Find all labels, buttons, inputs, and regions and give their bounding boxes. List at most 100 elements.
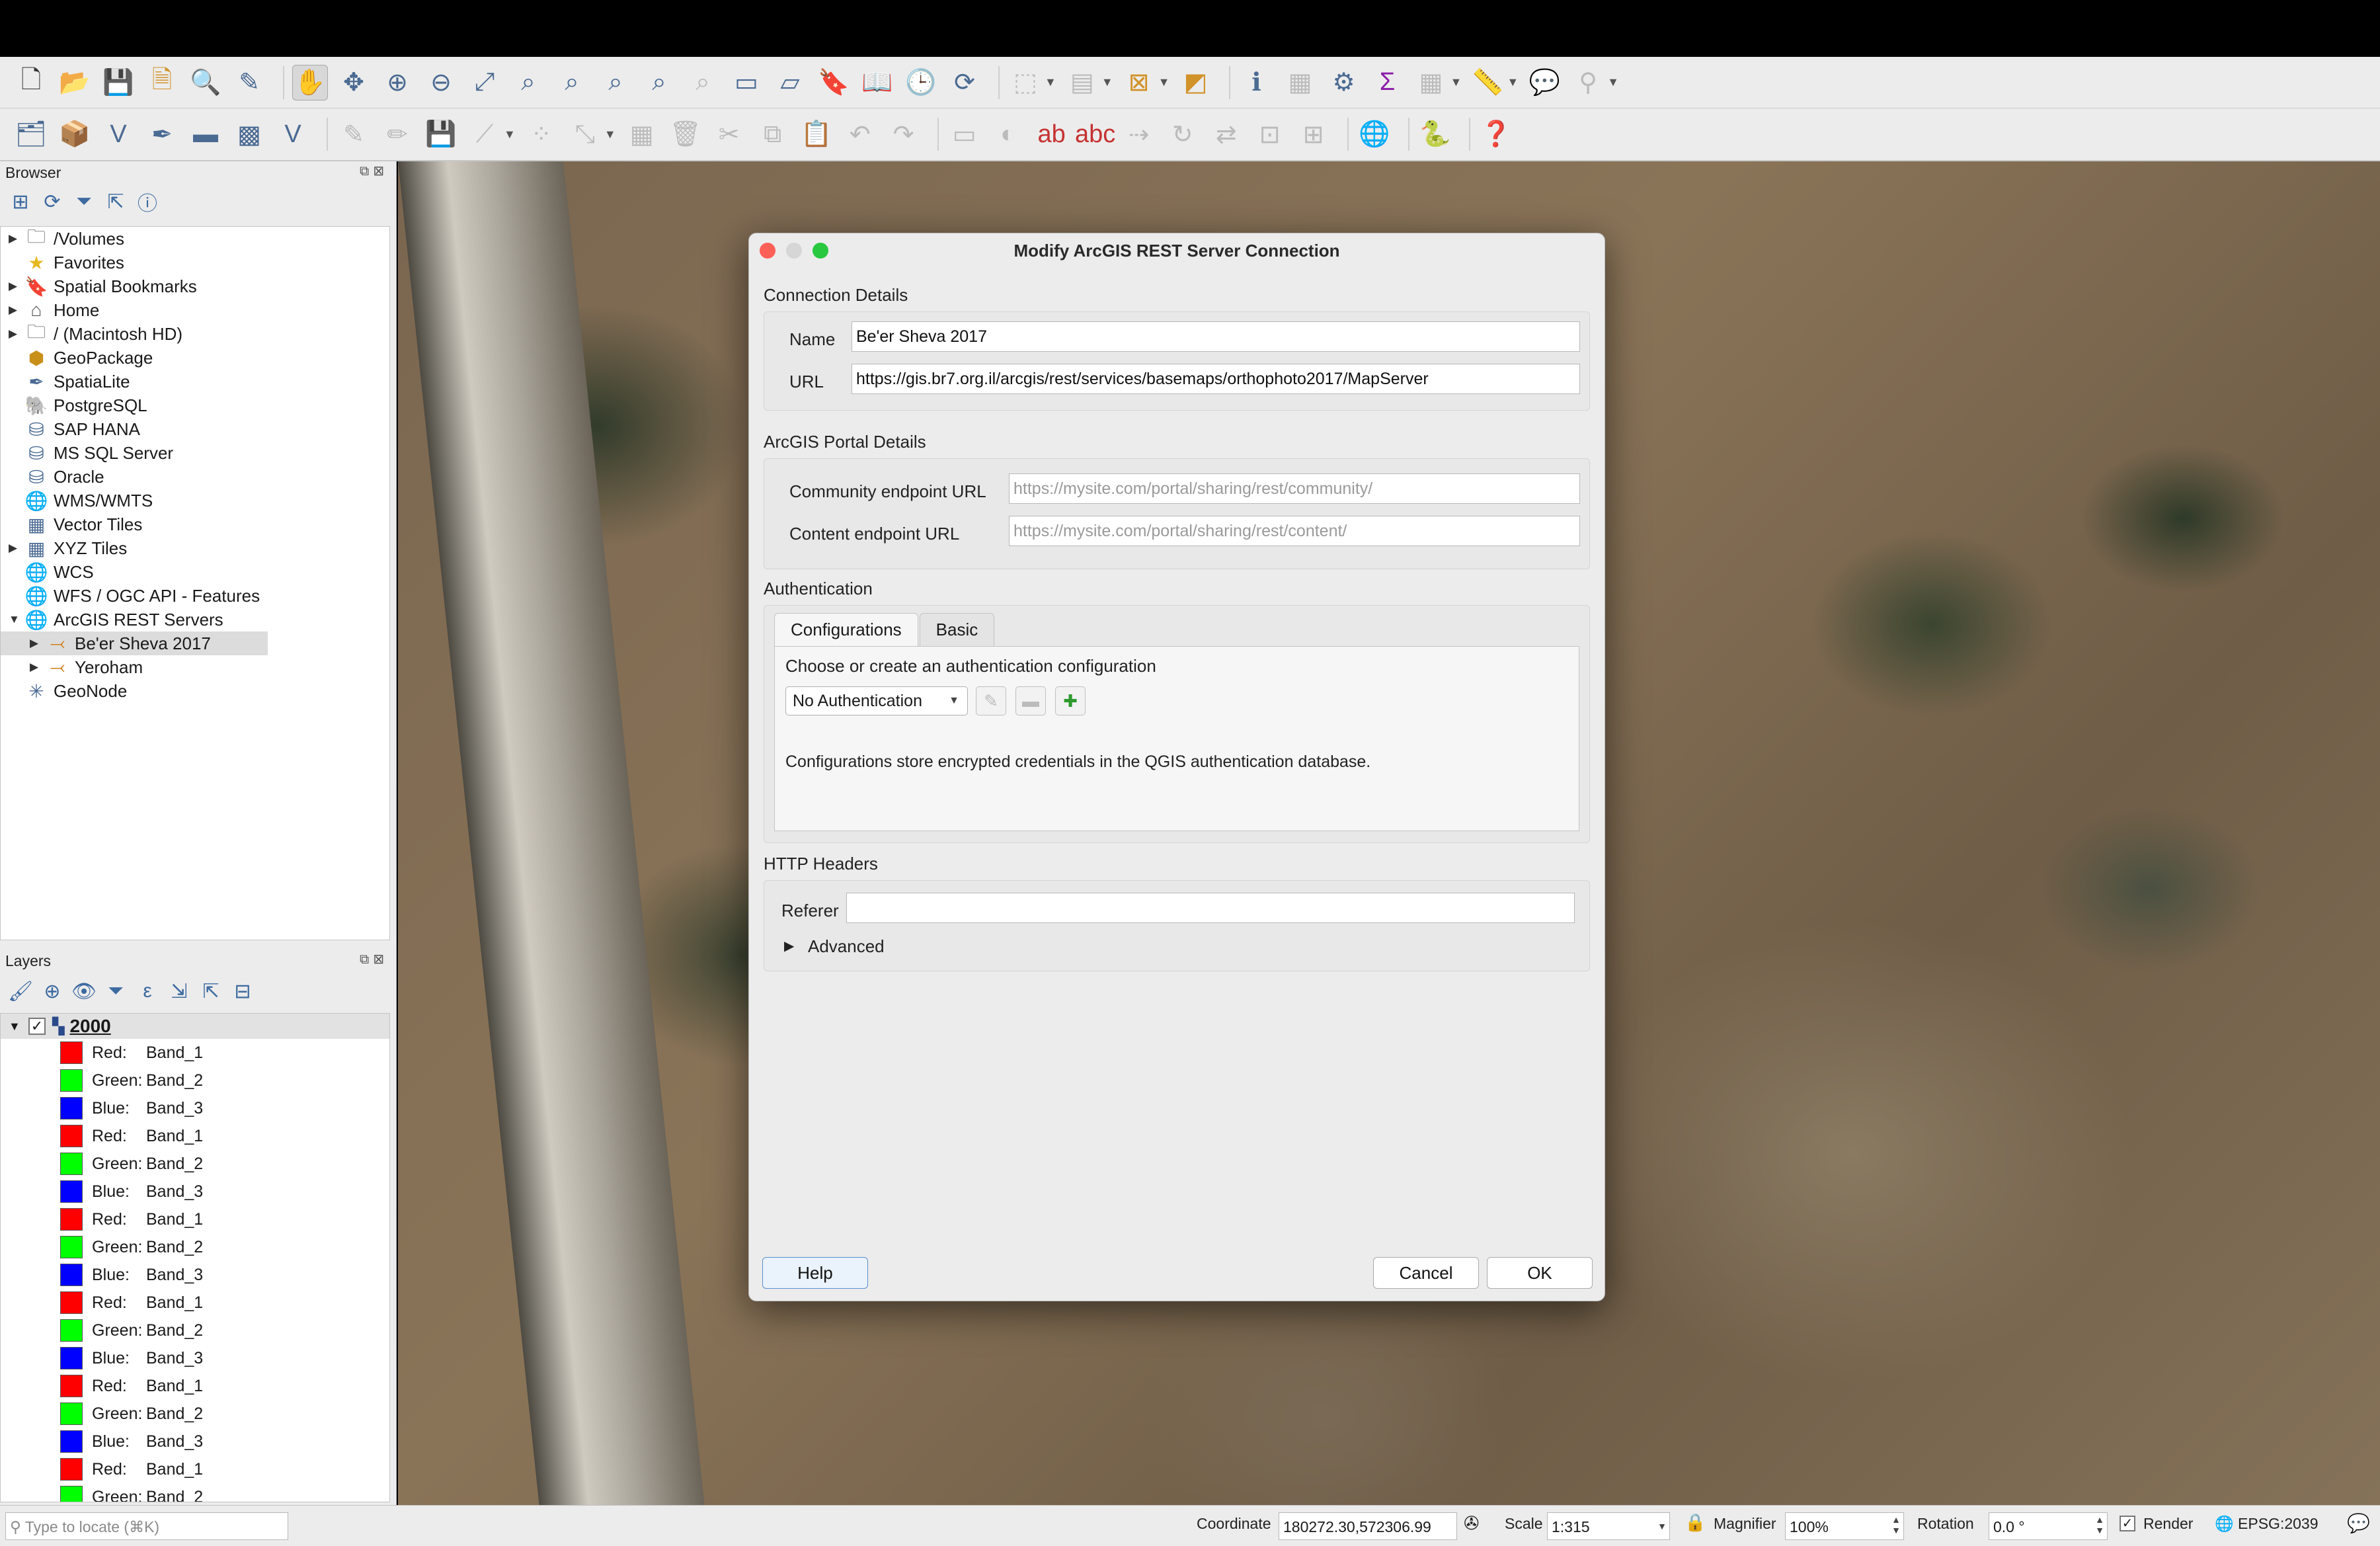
chevron-down-icon[interactable]: ▼ xyxy=(504,128,516,142)
messages-icon[interactable]: 💬 xyxy=(2347,1512,2370,1534)
help-button[interactable]: Help xyxy=(762,1257,868,1289)
current-edits-icon[interactable]: ✎ xyxy=(336,116,372,152)
tab-configurations[interactable]: Configurations xyxy=(774,613,918,646)
vertex-tool-icon[interactable]: ⁘ xyxy=(524,116,559,152)
label-pin-icon[interactable]: ab xyxy=(1034,116,1070,152)
zoom-next-icon[interactable]: ⌕ xyxy=(685,65,721,101)
new-print-layout-icon[interactable]: 🗎 xyxy=(144,65,180,101)
browser-item[interactable]: ▶ ▦ XYZ Tiles xyxy=(1,536,389,560)
toggle-editing-icon[interactable]: ✏ xyxy=(379,116,415,152)
lock-scale-icon[interactable]: 🔒 xyxy=(1685,1512,1706,1533)
collapse-all-icon[interactable]: ⇱ xyxy=(198,979,223,1004)
select-by-value-icon[interactable]: ▤ xyxy=(1064,65,1100,101)
new-temporary-layer-icon[interactable]: ▬ xyxy=(188,116,223,152)
add-config-button[interactable]: ✚ xyxy=(1055,686,1086,715)
content-endpoint-input[interactable]: https://mysite.com/portal/sharing/rest/c… xyxy=(1009,516,1580,546)
chevron-down-icon[interactable]: ▼ xyxy=(1450,75,1462,89)
filter-legend-icon[interactable]: ⏷ xyxy=(103,979,128,1004)
chevron-right-icon[interactable]: ▶ xyxy=(30,637,42,650)
advanced-toggle[interactable]: Advanced xyxy=(808,936,885,957)
browser-item[interactable]: ⛁ Oracle xyxy=(1,465,389,489)
browser-tree[interactable]: ▶ 🗀/Volumes ★ Favorites ▶ 🔖 Spatial Bookmarks ▶… xyxy=(0,226,390,940)
copy-features-icon[interactable]: ⧉ xyxy=(755,116,791,152)
spinner-arrows-icon[interactable]: ▲ ▼ xyxy=(1891,1514,1901,1535)
name-input[interactable]: Be'er Sheva 2017 xyxy=(852,321,1580,352)
band-legend-item[interactable]: Green: Band_2 xyxy=(1,1150,389,1178)
chevron-down-icon[interactable]: ▼ xyxy=(604,128,616,142)
layer-styling-icon[interactable]: 🖌 xyxy=(8,979,33,1004)
float-panel-icon[interactable]: ⧉ xyxy=(360,164,373,179)
field-calculator-icon[interactable]: ▦ xyxy=(1413,65,1448,101)
chevron-right-icon[interactable]: ▶ xyxy=(9,327,20,341)
band-legend-item[interactable]: Red: Band_1 xyxy=(1,1205,389,1233)
band-legend-item[interactable]: Blue: Band_3 xyxy=(1,1428,389,1455)
identify-features-icon[interactable]: ℹ xyxy=(1238,65,1274,101)
browser-item[interactable]: ⛁ SAP HANA xyxy=(1,417,389,441)
browser-item[interactable]: ▶ ⤙ Yeroham xyxy=(1,655,389,679)
coordinate-input[interactable]: 180272.30,572306.99 xyxy=(1279,1512,1457,1540)
locator-icon[interactable]: ⚲ xyxy=(1570,65,1606,101)
browser-item[interactable]: ⛁ MS SQL Server xyxy=(1,441,389,465)
browser-item[interactable]: ▶ 🔖 Spatial Bookmarks xyxy=(1,274,389,298)
browser-item[interactable]: ▼ 🌐 ArcGIS REST Servers xyxy=(1,608,389,631)
browser-item[interactable]: ▶ ⌂ Home xyxy=(1,298,389,322)
temporal-controller-icon[interactable]: 🕒 xyxy=(903,65,939,101)
attribute-table-icon[interactable]: ▦ xyxy=(1282,65,1318,101)
python-console-icon[interactable]: 🐍 xyxy=(1417,116,1453,152)
render-checkbox[interactable]: ✓ xyxy=(2120,1514,2135,1531)
pan-map-icon[interactable]: ✋ xyxy=(292,64,328,101)
browser-item[interactable]: ✳ GeoNode xyxy=(1,679,389,703)
zoom-full-icon[interactable]: ⤢ xyxy=(467,65,502,101)
layers-tree[interactable]: ▼ ✓ ▚ 2000 Red: Band_1 Green: Band_2 Blue: Ba… xyxy=(0,1013,390,1502)
remove-config-button[interactable]: ▬ xyxy=(1015,686,1046,715)
rotation-input[interactable]: 0.0 ° ▲ ▼ xyxy=(1989,1512,2108,1540)
remove-layer-icon[interactable]: ⊟ xyxy=(230,979,255,1004)
browser-item[interactable]: 🌐 WCS xyxy=(1,560,389,584)
open-project-icon[interactable]: 📂 xyxy=(57,65,93,101)
close-panel-icon[interactable]: ⊠ xyxy=(373,952,388,967)
dialog-titlebar[interactable]: Modify ArcGIS REST Server Connection xyxy=(749,233,1605,268)
redo-icon[interactable]: ↷ xyxy=(886,116,922,152)
digitize-line-icon[interactable]: ⟋ xyxy=(467,116,502,152)
band-legend-item[interactable]: Red: Band_1 xyxy=(1,1122,389,1150)
undo-icon[interactable]: ↶ xyxy=(842,116,878,152)
referer-input[interactable] xyxy=(846,893,1575,923)
label-move-icon[interactable]: ⇢ xyxy=(1121,116,1157,152)
deselect-features-icon[interactable]: ⊠ xyxy=(1121,65,1157,101)
community-endpoint-input[interactable]: https://mysite.com/portal/sharing/rest/c… xyxy=(1009,473,1580,504)
pan-to-selection-icon[interactable]: ✥ xyxy=(336,65,372,101)
save-project-icon[interactable]: 💾 xyxy=(100,65,136,101)
select-location-icon[interactable]: ◩ xyxy=(1177,65,1213,101)
ok-button[interactable]: OK xyxy=(1487,1257,1593,1289)
spinner-arrows-icon[interactable]: ▲ ▼ xyxy=(2095,1514,2104,1535)
expand-arrow-icon[interactable]: ▼ xyxy=(9,1020,23,1034)
chevron-down-icon[interactable]: ▼ xyxy=(1045,75,1056,89)
modify-attributes-icon[interactable]: ⤡ xyxy=(567,116,603,152)
band-legend-item[interactable]: Blue: Band_3 xyxy=(1,1261,389,1289)
chevron-right-icon[interactable]: ▶ xyxy=(9,304,20,317)
chevron-right-icon[interactable]: ▶ xyxy=(9,542,20,555)
new-bookmark-icon[interactable]: 🔖 xyxy=(816,65,852,101)
manage-visibility-icon[interactable]: 👁 xyxy=(71,979,97,1004)
band-legend-item[interactable]: Red: Band_1 xyxy=(1,1039,389,1067)
map-tips-icon[interactable]: 💬 xyxy=(1527,65,1562,101)
measure-line-icon[interactable]: 📏 xyxy=(1470,65,1505,101)
chevron-right-icon[interactable]: ▶ xyxy=(9,232,20,245)
refresh-icon[interactable]: ⟳ xyxy=(40,189,65,214)
auth-config-select[interactable]: No Authentication ▼ xyxy=(785,686,968,715)
crs-button[interactable]: 🌐 EPSG:2039 xyxy=(2215,1515,2319,1533)
delete-selected-icon[interactable]: 🗑 xyxy=(668,116,703,152)
minimize-window-button[interactable] xyxy=(786,243,802,259)
band-legend-item[interactable]: Blue: Band_3 xyxy=(1,1344,389,1372)
band-legend-item[interactable]: Blue: Band_3 xyxy=(1,1178,389,1205)
info-icon[interactable]: ⓘ xyxy=(135,189,160,215)
label-rotate-icon[interactable]: ↻ xyxy=(1165,116,1201,152)
browser-panel-controls[interactable]: ⧉⊠ xyxy=(360,163,388,179)
browser-item[interactable]: 🌐 WMS/WMTS xyxy=(1,489,389,512)
filter-icon[interactable]: ⏷ xyxy=(71,189,97,214)
paste-features-icon[interactable]: 📋 xyxy=(799,116,834,152)
layers-panel-controls[interactable]: ⧉⊠ xyxy=(360,951,388,967)
chevron-right-icon[interactable]: ▶ xyxy=(30,661,42,674)
help-contents-icon[interactable]: ❓ xyxy=(1478,116,1514,152)
new-shapefile-layer-icon[interactable]: V xyxy=(100,116,136,152)
